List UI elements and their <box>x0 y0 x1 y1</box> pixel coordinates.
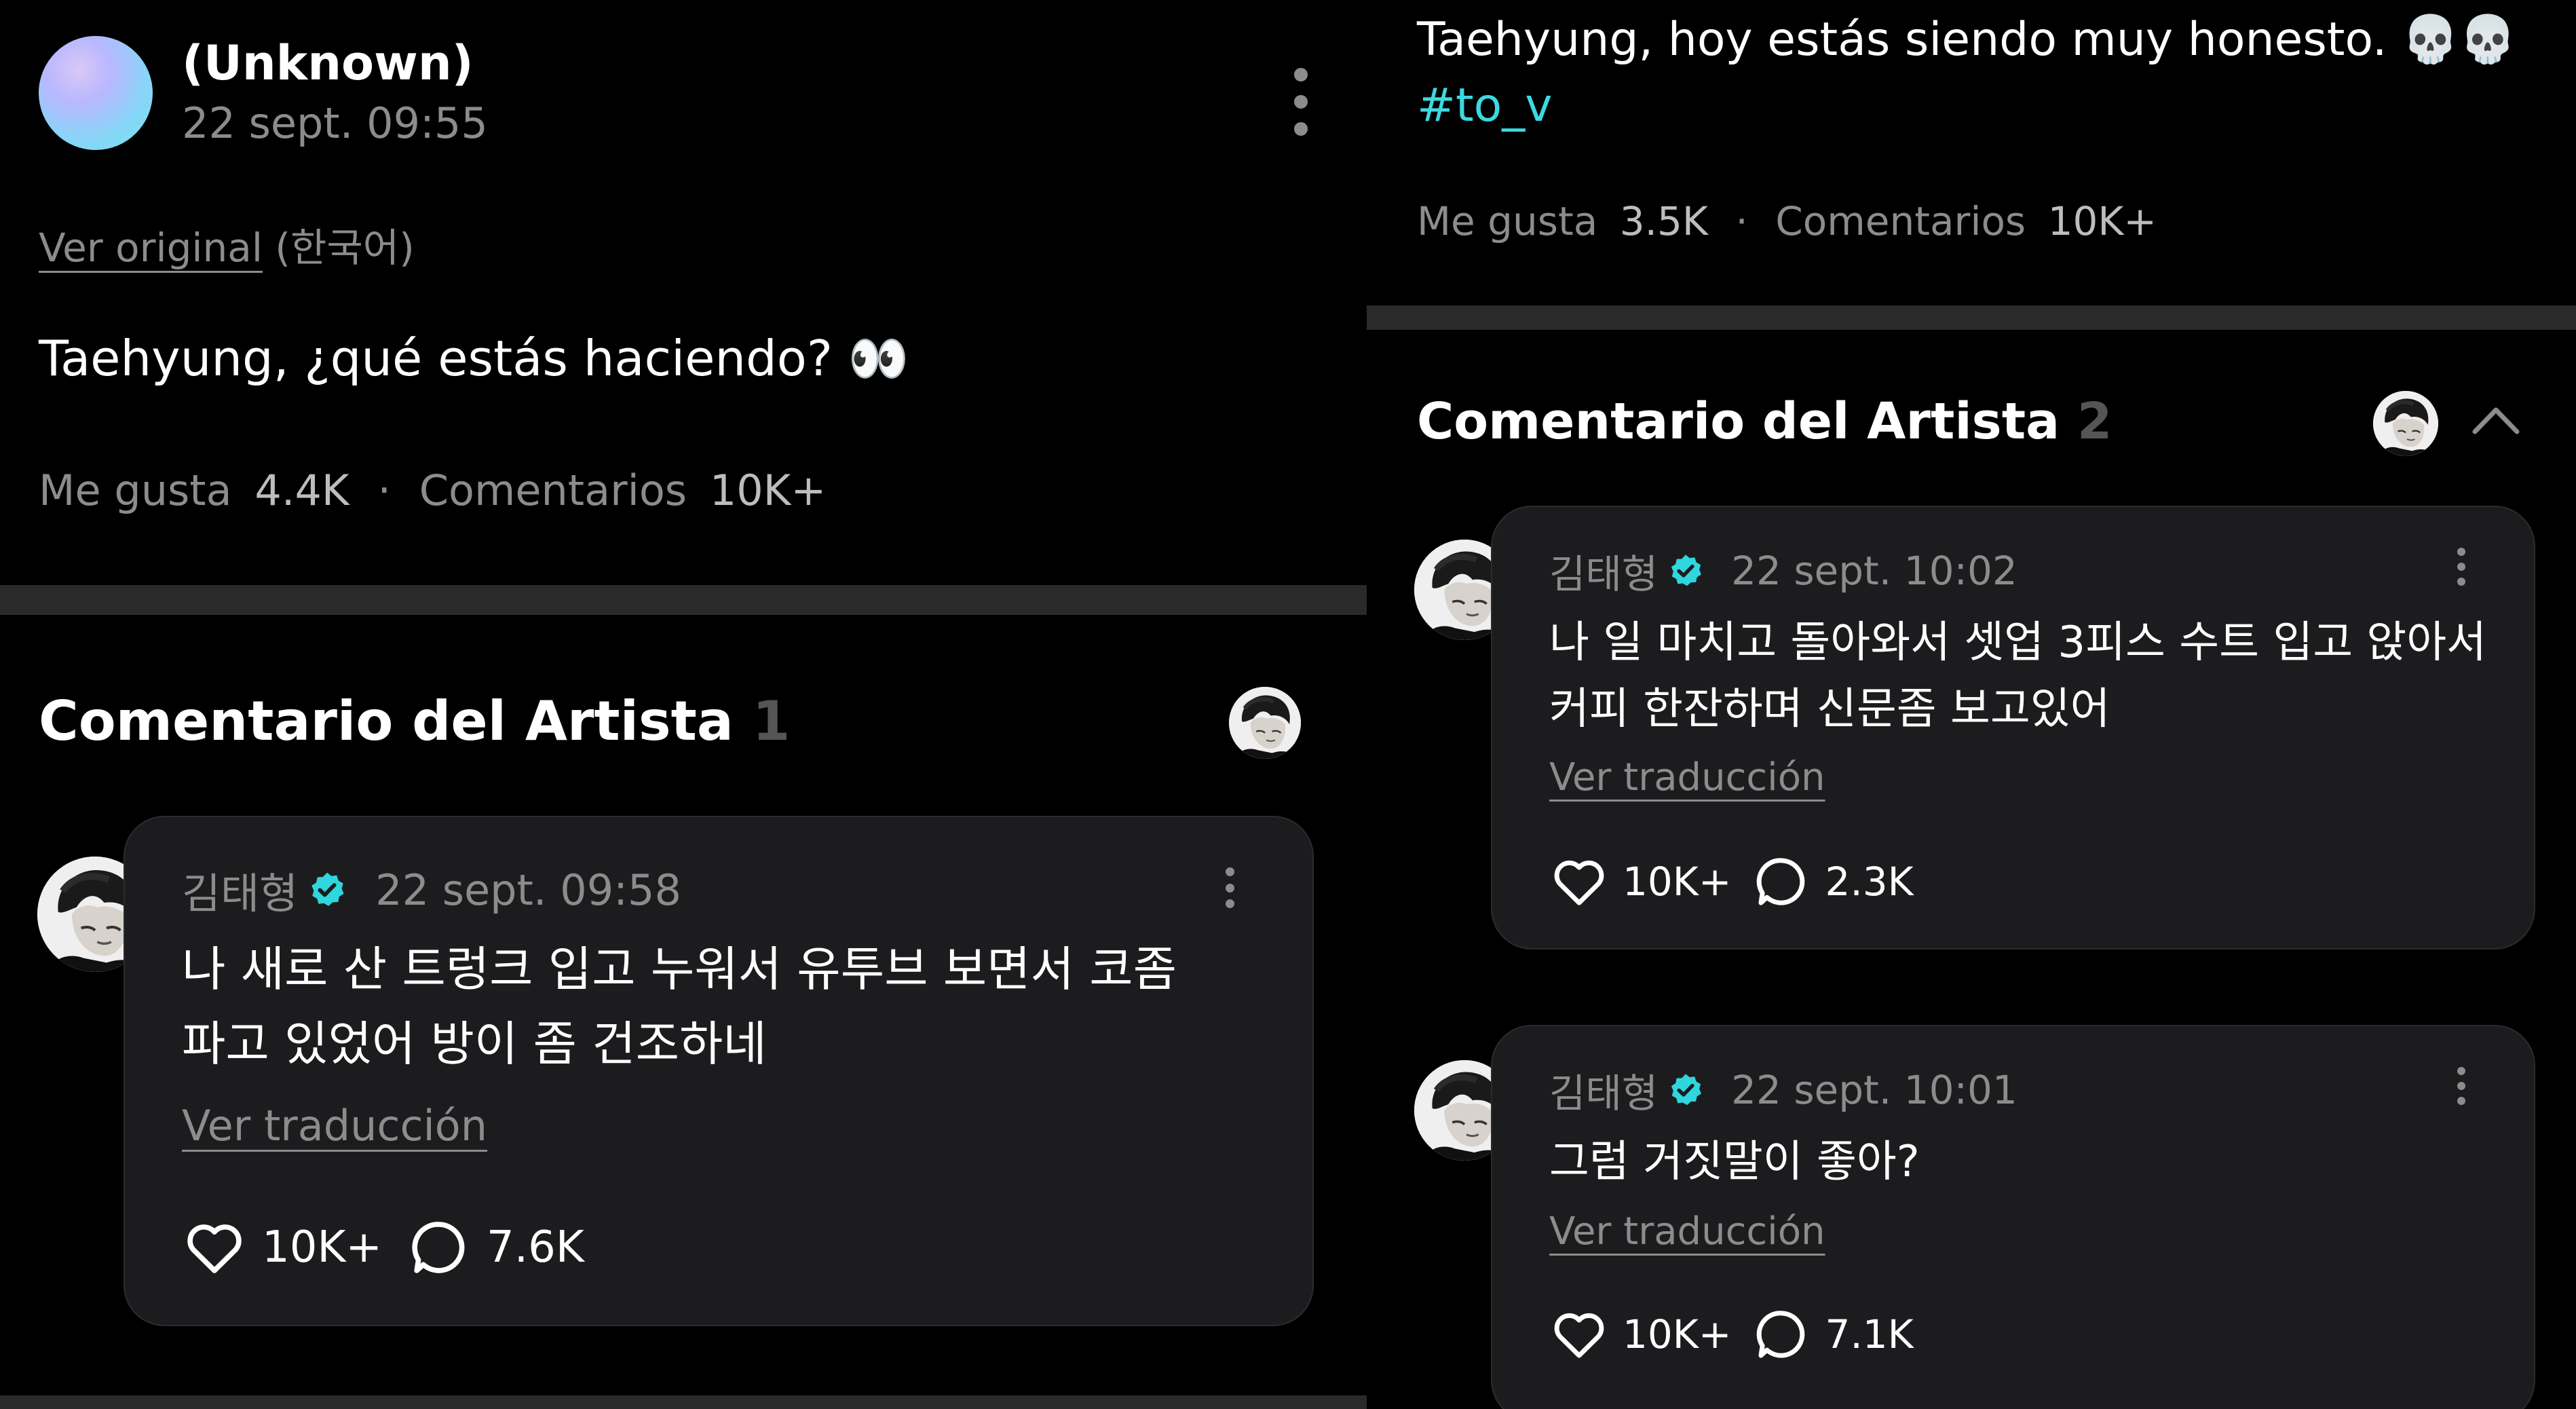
verified-badge-icon <box>307 870 347 909</box>
likes-count: 3.5K <box>1619 198 1708 244</box>
artist-comment-count: 2 <box>2077 392 2113 451</box>
comments-count: 10K+ <box>709 466 827 515</box>
post-stats: Me gusta 4.4K · Comentarios 10K+ <box>39 466 826 515</box>
artist-comment-title: Comentario del Artista <box>1417 392 2060 451</box>
stats-separator: · <box>1735 198 1748 244</box>
heart-icon[interactable] <box>182 1215 247 1280</box>
comment-actions: 10K+ 7.1K <box>1549 1304 1914 1364</box>
translate-link[interactable]: Ver traducción <box>182 1101 487 1150</box>
likes-label[interactable]: Me gusta <box>1417 198 1597 244</box>
comment-bubble-icon[interactable] <box>1751 1304 1811 1364</box>
stats-separator: · <box>377 466 392 515</box>
post-more-menu-icon[interactable] <box>1294 68 1308 136</box>
comment-card: 김태형 22 sept. 10:01 그럼 거짓말이 좋아? Ver tradu… <box>1491 1025 2535 1409</box>
bottom-divider <box>0 1395 1367 1409</box>
view-original-link[interactable]: Ver original <box>39 225 263 271</box>
comment-like-count: 10K+ <box>1623 1311 1732 1357</box>
left-screenshot-panel: (Unknown) 22 sept. 09:55 Ver original (한… <box>0 0 1367 1409</box>
section-divider <box>1367 305 2576 330</box>
comment-text-line: 나 일 마치고 돌아와서 셋업 3피스 수트 입고 앉아서 <box>1549 618 2487 668</box>
original-language-label: (한국어) <box>275 225 415 271</box>
comment-actions: 10K+ 2.3K <box>1549 852 1914 912</box>
comment-reply-count: 2.3K <box>1825 859 1914 905</box>
artist-comment-title: Comentario del Artista <box>39 690 734 753</box>
artist-comment-header: Comentario del Artista 1 <box>39 690 790 753</box>
comment-timestamp: 22 sept. 10:01 <box>1731 1067 2018 1113</box>
comment-card: 김태형 22 sept. 10:02 나 일 마치고 돌아와서 셋업 3피스 수… <box>1491 506 2535 950</box>
comment-like-count: 10K+ <box>262 1222 383 1273</box>
post-text: Taehyung, hoy estás siendo muy honesto. … <box>1417 13 2517 67</box>
comment-author-name[interactable]: 김태형 <box>1549 542 1658 599</box>
comment-text-line: 파고 있었어 방이 좀 건조하네 <box>182 1016 767 1072</box>
comment-more-menu-icon[interactable] <box>1223 867 1236 908</box>
comment-timestamp: 22 sept. 10:02 <box>1731 548 2018 594</box>
post-text: Taehyung, ¿qué estás haciendo? 👀 <box>39 330 909 387</box>
comment-card: 김태형 22 sept. 09:58 나 새로 산 트렁크 입고 누워서 유투브… <box>124 816 1314 1326</box>
comment-bubble-icon[interactable] <box>1751 852 1811 912</box>
comment-reply-count: 7.1K <box>1825 1311 1914 1357</box>
comment-more-menu-icon[interactable] <box>2455 548 2468 586</box>
post-author-name[interactable]: (Unknown) <box>182 35 474 91</box>
comment-text-line: 그럼 거짓말이 좋아? <box>1549 1137 1920 1187</box>
artist-avatar-small[interactable] <box>2373 391 2438 456</box>
artist-comment-header: Comentario del Artista 2 <box>1417 392 2112 451</box>
comment-like-count: 10K+ <box>1623 859 1732 905</box>
comment-text-line: 커피 한잔하며 신문좀 보고있어 <box>1549 684 2110 734</box>
heart-icon[interactable] <box>1549 852 1609 912</box>
comment-meta: 김태형 22 sept. 09:58 <box>182 859 681 920</box>
post-author-avatar[interactable] <box>39 36 153 150</box>
comments-label[interactable]: Comentarios <box>1775 198 2026 244</box>
post-hashtag[interactable]: #to_v <box>1417 79 1552 132</box>
comment-more-menu-icon[interactable] <box>2455 1067 2468 1105</box>
comments-label[interactable]: Comentarios <box>419 466 687 515</box>
artist-comment-count: 1 <box>752 690 791 753</box>
right-screenshot-panel: Taehyung, hoy estás siendo muy honesto. … <box>1367 0 2576 1409</box>
comment-text-line: 나 새로 산 트렁크 입고 누워서 유투브 보면서 코좀 <box>182 941 1177 997</box>
comment-author-name[interactable]: 김태형 <box>182 859 298 920</box>
verified-badge-icon <box>1667 552 1704 589</box>
likes-label[interactable]: Me gusta <box>39 466 232 515</box>
comment-meta: 김태형 22 sept. 10:01 <box>1549 1062 2018 1119</box>
translate-link[interactable]: Ver traducción <box>1549 1209 1825 1254</box>
comments-count: 10K+ <box>2047 198 2157 244</box>
comment-author-name[interactable]: 김태형 <box>1549 1062 1658 1119</box>
chevron-up-icon[interactable] <box>2469 402 2522 438</box>
post-timestamp: 22 sept. 09:55 <box>182 98 488 148</box>
verified-badge-icon <box>1667 1072 1704 1108</box>
translate-link[interactable]: Ver traducción <box>1549 755 1825 800</box>
artist-avatar-small[interactable] <box>1229 687 1301 759</box>
comment-reply-count: 7.6K <box>487 1222 584 1273</box>
section-divider <box>0 585 1367 615</box>
comment-meta: 김태형 22 sept. 10:02 <box>1549 542 2018 599</box>
comment-timestamp: 22 sept. 09:58 <box>375 865 681 915</box>
comment-actions: 10K+ 7.6K <box>182 1215 584 1280</box>
likes-count: 4.4K <box>254 466 349 515</box>
post-stats: Me gusta 3.5K · Comentarios 10K+ <box>1417 198 2157 244</box>
comment-bubble-icon[interactable] <box>406 1215 472 1280</box>
heart-icon[interactable] <box>1549 1304 1609 1364</box>
original-language-row: Ver original (한국어) <box>39 216 415 273</box>
